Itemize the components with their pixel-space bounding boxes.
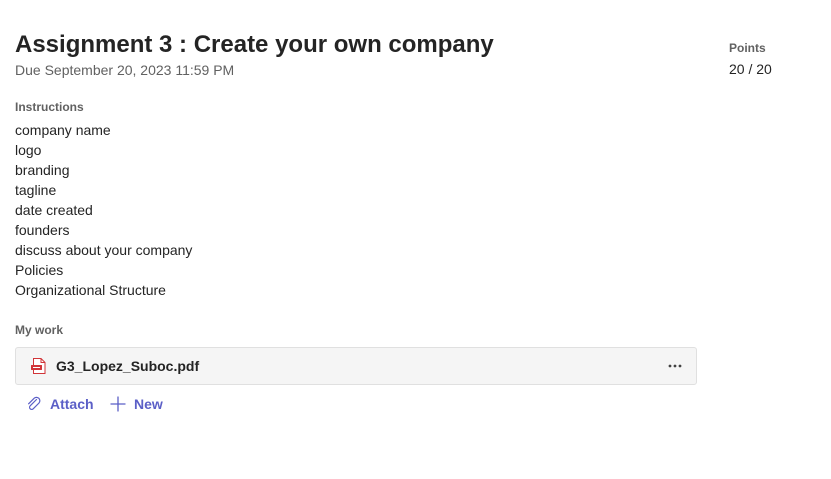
pdf-file-icon <box>30 357 48 375</box>
instruction-item: branding <box>15 162 70 178</box>
instruction-item: founders <box>15 222 70 238</box>
instruction-item: discuss about your company <box>15 242 193 258</box>
new-button[interactable]: New <box>110 394 163 414</box>
instructions-label: Instructions <box>15 100 84 114</box>
instructions-list: company name logo branding tagline date … <box>15 120 192 300</box>
instruction-item: Policies <box>15 262 64 278</box>
ellipsis-icon <box>668 364 682 368</box>
due-date: Due September 20, 2023 11:59 PM <box>15 62 235 78</box>
points-value: 20 / 20 <box>729 61 772 77</box>
my-work-label: My work <box>15 323 64 337</box>
points-label: Points <box>729 41 766 55</box>
assignment-title: Assignment 3 : Create your own company <box>15 31 494 58</box>
instruction-item: date created <box>15 202 93 218</box>
new-label: New <box>134 396 163 412</box>
plus-icon <box>110 396 126 412</box>
attach-button[interactable]: Attach <box>26 394 94 414</box>
paperclip-icon <box>26 396 42 412</box>
instruction-item: Organizational Structure <box>15 282 166 298</box>
file-name[interactable]: G3_Lopez_Suboc.pdf <box>56 358 199 374</box>
assignment-page: Assignment 3 : Create your own company D… <box>0 0 831 479</box>
instruction-item: tagline <box>15 182 57 198</box>
more-options-button[interactable] <box>664 356 686 376</box>
instruction-item: company name <box>15 122 111 138</box>
attached-file-card[interactable]: G3_Lopez_Suboc.pdf <box>15 347 697 385</box>
attach-label: Attach <box>50 396 94 412</box>
instruction-item: logo <box>15 142 42 158</box>
